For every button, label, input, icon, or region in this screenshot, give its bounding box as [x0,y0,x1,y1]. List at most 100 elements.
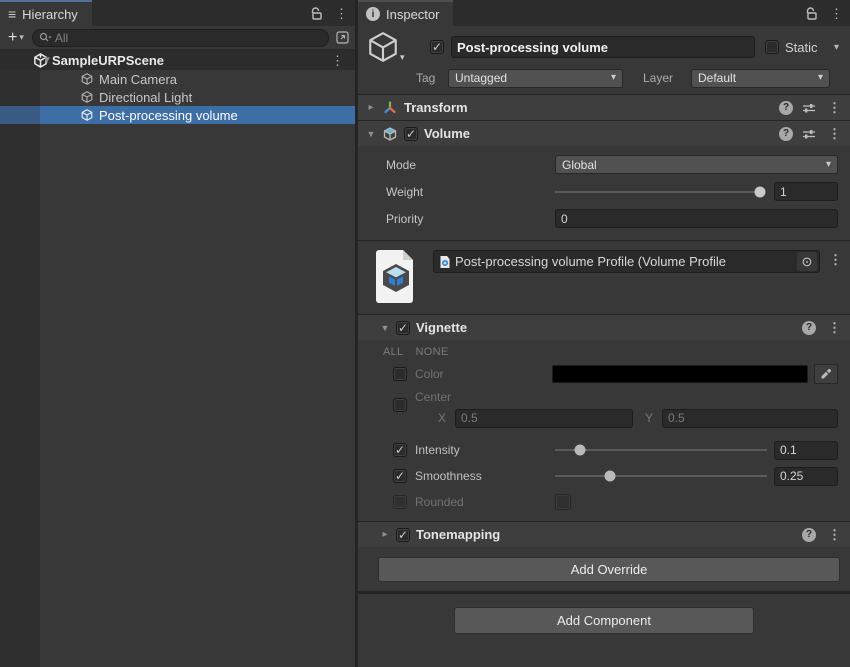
volume-title: Volume [424,126,470,141]
profile-menu-icon[interactable]: ⋮ [826,253,845,266]
eyedropper-icon[interactable] [814,364,838,384]
unlock-icon[interactable] [805,7,817,20]
center-override-checkbox[interactable] [393,398,407,412]
transform-component-header[interactable]: ▸ Transform ? ⋮ [358,94,850,120]
center-y-field[interactable]: 0.5 [662,409,838,428]
center-x-field[interactable]: 0.5 [455,409,633,428]
center-x-value: 0.5 [461,411,478,425]
override-menu-icon[interactable]: ⋮ [825,321,844,334]
hierarchy-item-directional-light[interactable]: Directional Light [0,88,355,106]
help-icon[interactable]: ? [802,528,816,542]
weight-slider-handle[interactable] [754,186,765,197]
vignette-header[interactable]: ▼ Vignette ? ⋮ [358,314,850,340]
static-dropdown-caret[interactable]: ▾ [834,43,839,53]
volume-profile-asset-icon[interactable] [375,248,417,304]
plus-icon: + [8,29,17,47]
profile-section: Post-processing volume Profile (Volume P… [358,240,850,314]
hierarchy-tabbar: ≡ Hierarchy ⋮ [0,0,355,26]
scene-foldout-icon[interactable]: ▼ [40,55,54,66]
tonemapping-header[interactable]: ▸ Tonemapping ? ⋮ [358,521,850,547]
search-window-icon[interactable] [333,30,351,46]
hierarchy-toolbar: + ▾ All [0,26,355,50]
icon-dropdown-caret[interactable]: ▾ [400,52,405,63]
scene-name: SampleURPScene [52,53,164,68]
rounded-value-checkbox[interactable] [555,494,571,510]
intensity-override-checkbox[interactable] [393,443,407,457]
foldout-icon[interactable]: ▸ [378,529,392,540]
mode-dropdown[interactable]: Global ▾ [555,155,838,174]
unlock-icon[interactable] [310,7,322,20]
layer-dropdown[interactable]: Default ▾ [691,69,830,88]
color-swatch[interactable] [552,365,808,383]
help-icon[interactable]: ? [802,321,816,335]
volume-enabled-checkbox[interactable] [404,127,418,141]
smoothness-slider-handle[interactable] [605,471,616,482]
help-icon[interactable]: ? [779,127,793,141]
override-menu-icon[interactable]: ⋮ [825,528,844,541]
all-toggle[interactable]: ALL [383,346,403,358]
weight-label: Weight [386,185,423,199]
add-override-area: Add Override [358,547,850,591]
smoothness-field[interactable]: 0.25 [774,467,838,486]
gameobject-name-field[interactable]: Post-processing volume [451,36,755,58]
intensity-field[interactable]: 0.1 [774,441,838,460]
cube-icon [80,108,94,122]
gameobject-header: ▾ Post-processing volume Static ▾ Tag Un… [358,26,850,94]
priority-field[interactable]: 0 [555,209,838,228]
hierarchy-panel: ≡ Hierarchy ⋮ + ▾ All ▼ [0,0,355,667]
intensity-label: Intensity [415,443,460,457]
hierarchy-menu-icon[interactable]: ⋮ [332,7,351,20]
create-object-button[interactable]: + ▾ [4,29,28,47]
hierarchy-search-input[interactable]: All [32,29,329,47]
intensity-value: 0.1 [780,443,797,457]
add-component-button[interactable]: Add Component [454,607,754,634]
gameobject-name-text: Post-processing volume [457,40,608,55]
tab-inspector[interactable]: i Inspector [358,0,453,26]
weight-slider[interactable] [555,191,764,193]
object-picker-icon[interactable]: ⊙ [797,252,817,271]
center-xy-row: X 0.5 Y 0.5 [358,406,850,430]
foldout-icon[interactable]: ▼ [378,323,392,333]
add-override-button[interactable]: Add Override [378,557,840,582]
hierarchy-item-main-camera[interactable]: Main Camera [0,70,355,88]
smoothness-slider[interactable] [555,475,767,477]
smoothness-value: 0.25 [780,469,803,483]
presets-icon[interactable] [802,128,816,140]
rounded-override-checkbox[interactable] [393,495,407,509]
presets-icon[interactable] [802,102,816,114]
tab-hierarchy[interactable]: ≡ Hierarchy [0,0,92,26]
foldout-icon[interactable]: ▸ [364,102,378,113]
inspector-menu-icon[interactable]: ⋮ [827,7,846,20]
intensity-slider[interactable] [555,449,767,451]
help-icon[interactable]: ? [779,101,793,115]
layer-label: Layer [643,71,673,85]
hierarchy-item-post-processing-volume[interactable]: Post-processing volume [0,106,355,124]
intensity-row: Intensity 0.1 [358,437,850,463]
search-icon[interactable] [39,32,52,44]
none-toggle[interactable]: NONE [415,346,448,358]
inspector-tabbar: i Inspector ⋮ [358,0,850,26]
static-checkbox[interactable] [765,40,779,54]
tonemapping-enabled-checkbox[interactable] [396,528,410,542]
intensity-slider-handle[interactable] [575,445,586,456]
weight-field[interactable]: 1 [774,182,838,201]
foldout-icon[interactable]: ▼ [364,129,378,139]
volume-component-header[interactable]: ▼ Volume ? ⋮ [358,120,850,146]
cube-icon [80,72,94,86]
scene-row[interactable]: ▼ SampleURPScene ⋮ [0,50,355,70]
hierarchy-tree: ▼ SampleURPScene ⋮ Main Camera Direction… [0,50,355,667]
smoothness-override-checkbox[interactable] [393,469,407,483]
profile-object-field[interactable]: Post-processing volume Profile (Volume P… [433,250,820,273]
inspector-tab-label: Inspector [386,7,439,22]
scene-menu-icon[interactable]: ⋮ [328,54,347,67]
volume-body: Mode Global ▾ Weight 1 Priority [358,146,850,240]
color-label: Color [415,367,444,381]
color-override-checkbox[interactable] [393,367,407,381]
active-checkbox[interactable] [430,40,444,54]
component-menu-icon[interactable]: ⋮ [825,101,844,114]
vignette-enabled-checkbox[interactable] [396,321,410,335]
component-menu-icon[interactable]: ⋮ [825,127,844,140]
smoothness-label: Smoothness [415,469,482,483]
tag-dropdown[interactable]: Untagged ▾ [448,69,623,88]
cube-icon [80,90,94,104]
